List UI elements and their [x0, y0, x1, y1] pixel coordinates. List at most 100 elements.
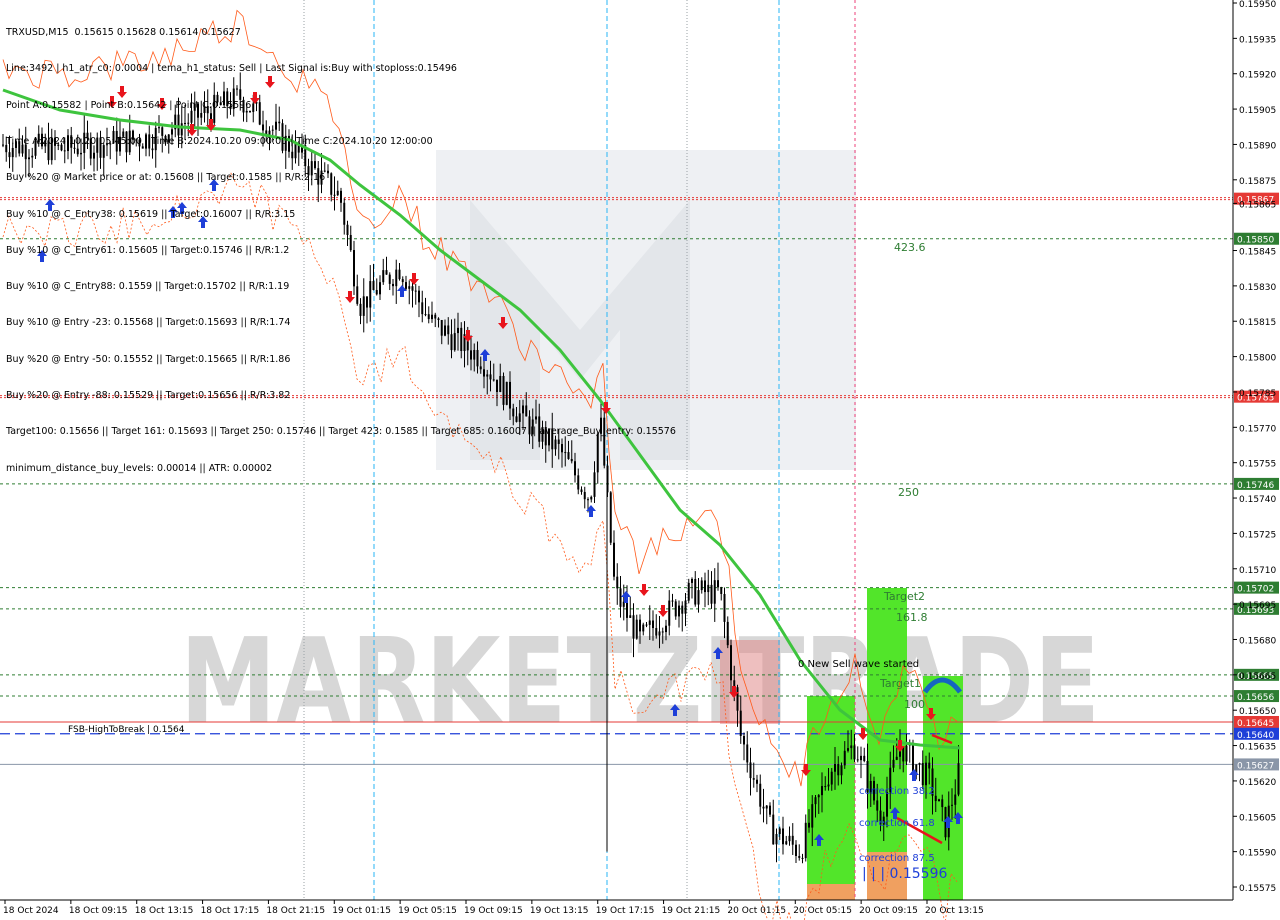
- zone-bar: [807, 884, 855, 900]
- candle-body: [775, 834, 778, 845]
- candle-body: [619, 588, 622, 607]
- candle-body: [954, 794, 957, 805]
- info-line: Buy %20 @ Market price or at: 0.15608 ||…: [6, 172, 326, 184]
- y-tick-label: 0.15785: [1239, 389, 1276, 399]
- y-tick-label: 0.15770: [1239, 424, 1276, 434]
- info-panel: TRXUSD,M15 0.15615 0.15628 0.15614 0.156…: [6, 3, 676, 487]
- candle-body: [723, 593, 726, 622]
- y-tick-label: 0.15620: [1239, 778, 1276, 788]
- candle-body: [814, 797, 817, 805]
- candle-body: [795, 844, 797, 857]
- candle-body: [827, 784, 830, 787]
- candle-body: [752, 778, 755, 780]
- candle-body: [834, 764, 836, 772]
- y-tick-label: 0.15950: [1239, 0, 1276, 10]
- chart-annotation: FSB-HighToBreak | 0.1564: [68, 725, 185, 735]
- candle-body: [892, 759, 895, 768]
- x-tick-label: 18 Oct 17:15: [201, 906, 260, 916]
- candle-body: [934, 795, 937, 802]
- info-line: Buy %10 @ C_Entry38: 0.15619 || Target:0…: [6, 208, 296, 220]
- y-tick-label: 0.15725: [1239, 530, 1276, 540]
- y-tick-label: 0.15920: [1239, 71, 1276, 81]
- candle-body: [853, 745, 856, 760]
- candle-body: [941, 799, 944, 808]
- chart-annotation: Target2: [883, 590, 925, 603]
- candle-body: [863, 755, 866, 762]
- candle-body: [918, 762, 921, 765]
- candle-body: [710, 584, 713, 604]
- y-tick-label: 0.15650: [1239, 707, 1276, 717]
- x-tick-label: 20 Oct 05:15: [793, 906, 852, 916]
- candle-body: [749, 762, 752, 779]
- chart-annotation: correction 61.8: [859, 818, 935, 829]
- y-tick-label: 0.15665: [1239, 672, 1276, 682]
- candle-body: [687, 582, 690, 601]
- info-line: minimum_distance_buy_levels: 0.00014 || …: [6, 462, 273, 474]
- info-line: Buy %10 @ Entry -23: 0.15568 || Target:0…: [6, 317, 291, 329]
- y-tick-label: 0.15695: [1239, 601, 1276, 611]
- chart-annotation: 423.6: [894, 241, 926, 254]
- chart-annotation: 250: [898, 486, 919, 499]
- info-line: Buy %20 @ Entry -88: 0.15529 || Target:0…: [6, 390, 291, 401]
- y-tick-label: 0.15935: [1239, 35, 1276, 45]
- candle-body: [713, 580, 716, 604]
- candle-body: [743, 735, 745, 745]
- candle-body: [730, 645, 732, 681]
- info-line: Target100: 0.15656 || Target 161: 0.1569…: [6, 426, 676, 438]
- candle-body: [843, 750, 846, 766]
- price-level-label: 0.15746: [1237, 481, 1274, 491]
- y-tick-label: 0.15815: [1239, 318, 1276, 328]
- candle-body: [856, 759, 859, 761]
- candle-body: [847, 748, 849, 751]
- info-line: TRXUSD,M15 0.15615 0.15628 0.15614 0.156…: [6, 27, 241, 39]
- candle-body: [824, 786, 827, 788]
- candle-body: [613, 542, 615, 577]
- x-tick-label: 18 Oct 09:15: [69, 906, 128, 916]
- x-tick-label: 19 Oct 13:15: [530, 906, 589, 916]
- y-tick-label: 0.15800: [1239, 354, 1276, 364]
- candle-body: [860, 755, 862, 761]
- candle-body: [811, 804, 814, 828]
- candle-body: [762, 806, 765, 809]
- candle-body: [772, 814, 775, 845]
- x-tick-label: 20 Oct 13:15: [925, 906, 984, 916]
- x-tick-label: 20 Oct 01:15: [727, 906, 786, 916]
- candle-body: [938, 799, 940, 802]
- info-line: Line:3492 | h1_atr_c0: 0.0004 | tema_h1_…: [6, 63, 457, 75]
- candle-body: [801, 857, 804, 859]
- candle-body: [925, 762, 927, 786]
- candle-body: [626, 601, 628, 618]
- candle-body: [658, 631, 661, 636]
- candle-body: [720, 587, 723, 594]
- info-line: Buy %20 @ Entry -50: 0.15552 || Target:0…: [6, 353, 291, 365]
- y-tick-label: 0.15575: [1239, 884, 1276, 894]
- candle-body: [2, 144, 4, 146]
- candle-body: [707, 584, 710, 593]
- candle-body: [821, 786, 823, 796]
- y-tick-label: 0.15740: [1239, 495, 1276, 505]
- candle-body: [876, 800, 879, 811]
- watermark-accent: [720, 640, 780, 724]
- candle-body: [645, 624, 648, 626]
- zone-bar: [807, 696, 855, 900]
- candle-body: [782, 828, 784, 845]
- candle-body: [616, 576, 619, 589]
- chart-annotation: correction 38.2: [859, 786, 935, 797]
- info-line: Buy %10 @ C_Entry88: 0.1559 || Target:0.…: [6, 281, 290, 293]
- x-tick-label: 18 Oct 13:15: [135, 906, 194, 916]
- candle-body: [808, 822, 810, 828]
- candle-body: [785, 841, 788, 845]
- candle-body: [668, 600, 671, 626]
- candle-body: [717, 580, 719, 588]
- candle-body: [804, 822, 807, 859]
- candle-body: [674, 601, 677, 617]
- candle-body: [697, 590, 700, 605]
- candle-body: [639, 619, 641, 632]
- candle-body: [684, 600, 687, 614]
- candle-body: [912, 743, 914, 774]
- y-tick-label: 0.15635: [1239, 743, 1276, 753]
- info-line: Point A:0.15582 | Point B:0.15642 | Poin…: [6, 99, 252, 111]
- candle-body: [648, 620, 651, 625]
- price-level-label: 0.15645: [1237, 719, 1274, 729]
- price-level-label: 0.15702: [1237, 585, 1274, 595]
